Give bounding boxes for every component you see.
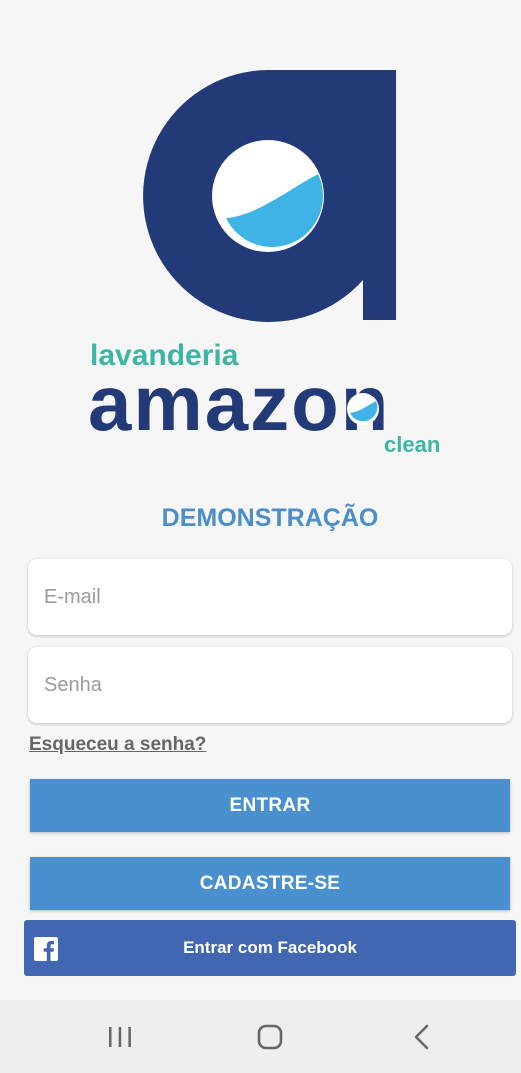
brand-drop-icon (345, 391, 381, 427)
back-icon[interactable] (407, 1022, 437, 1052)
login-button[interactable]: ENTRAR (30, 779, 510, 832)
home-icon[interactable] (255, 1022, 285, 1052)
facebook-login-button[interactable]: Entrar com Facebook (24, 920, 516, 976)
brand-tagline: clean (384, 432, 441, 457)
signup-button[interactable]: CADASTRE-SE (30, 857, 510, 910)
forgot-password-link[interactable]: Esqueceu a senha? (29, 734, 206, 756)
system-nav-bar (0, 1000, 521, 1073)
facebook-login-label: Entrar com Facebook (183, 938, 357, 957)
page-title: DEMONSTRAÇÃO (161, 504, 379, 532)
logo-mark (138, 66, 400, 324)
email-field[interactable] (28, 559, 512, 635)
password-field[interactable] (28, 647, 512, 723)
recent-apps-icon[interactable] (105, 1022, 135, 1052)
